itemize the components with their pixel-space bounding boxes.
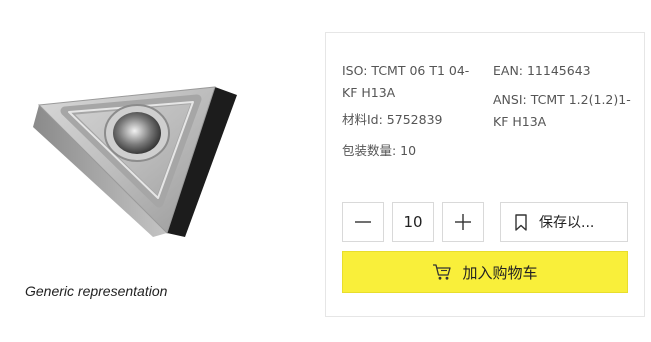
shopping-cart-icon <box>433 264 452 280</box>
increase-quantity-button[interactable] <box>442 202 484 242</box>
bookmark-icon <box>515 213 527 231</box>
triangular-insert-illustration <box>33 86 237 237</box>
save-to-list-button[interactable]: 保存以... <box>500 202 628 242</box>
iso-code: ISO: TCMT 06 T1 04-KF H13A <box>342 63 470 100</box>
material-id: 材料Id: 5752839 <box>342 112 443 127</box>
ansi-code: ANSI: TCMT 1.2(1.2)1-KF H13A <box>493 92 631 129</box>
package-quantity: 包装数量: 10 <box>342 143 417 158</box>
save-button-label: 保存以... <box>539 215 595 231</box>
add-to-cart-label: 加入购物车 <box>462 263 538 282</box>
quantity-input[interactable]: 10 <box>392 202 434 242</box>
add-to-cart-button[interactable]: 加入购物车 <box>342 251 628 293</box>
plus-icon <box>455 214 471 230</box>
decrease-quantity-button[interactable] <box>342 202 384 242</box>
product-info-card: ISO: TCMT 06 T1 04-KF H13A EAN: 11145643… <box>325 32 645 317</box>
image-caption: Generic representation <box>25 283 168 299</box>
ean-code: EAN: 11145643 <box>493 63 591 78</box>
minus-icon <box>355 221 371 223</box>
product-image <box>25 75 250 255</box>
